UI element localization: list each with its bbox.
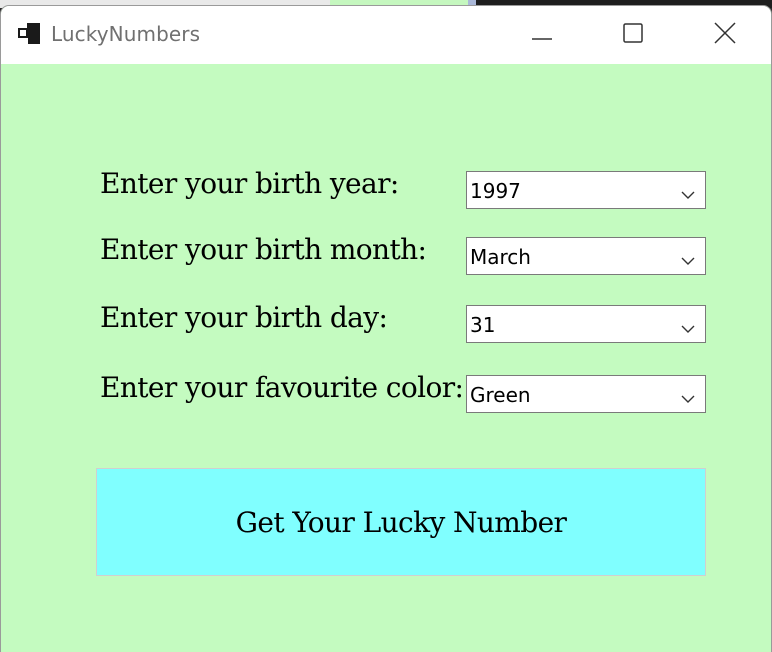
birth-day-value: 31 <box>470 313 496 337</box>
birth-month-value: March <box>470 245 531 269</box>
favourite-color-label: Enter your favourite color: <box>100 371 464 404</box>
birth-year-label: Enter your birth year: <box>100 167 399 200</box>
minimize-button[interactable] <box>496 6 588 64</box>
window-title: LuckyNumbers <box>51 22 201 46</box>
close-icon <box>714 22 736 48</box>
close-button[interactable] <box>679 6 771 64</box>
title-bar[interactable]: LuckyNumbers <box>1 6 771 64</box>
chevron-down-icon <box>681 319 695 333</box>
app-window: LuckyNumbers Enter your birth year: 1997… <box>1 6 771 652</box>
birth-month-label: Enter your birth month: <box>100 233 427 266</box>
favourite-color-select[interactable]: Green <box>466 375 706 413</box>
chevron-down-icon <box>681 389 695 403</box>
chevron-down-icon <box>681 251 695 265</box>
birth-day-select[interactable]: 31 <box>466 305 706 343</box>
favourite-color-value: Green <box>470 383 531 407</box>
minimize-icon <box>531 26 553 45</box>
get-lucky-number-button[interactable]: Get Your Lucky Number <box>96 468 706 576</box>
maximize-icon <box>623 23 643 47</box>
birth-year-select[interactable]: 1997 <box>466 171 706 209</box>
birth-day-label: Enter your birth day: <box>100 301 388 334</box>
birth-year-value: 1997 <box>470 179 521 203</box>
chevron-down-icon <box>681 185 695 199</box>
maximize-button[interactable] <box>587 6 679 64</box>
app-icon <box>18 23 44 45</box>
birth-month-select[interactable]: March <box>466 237 706 275</box>
